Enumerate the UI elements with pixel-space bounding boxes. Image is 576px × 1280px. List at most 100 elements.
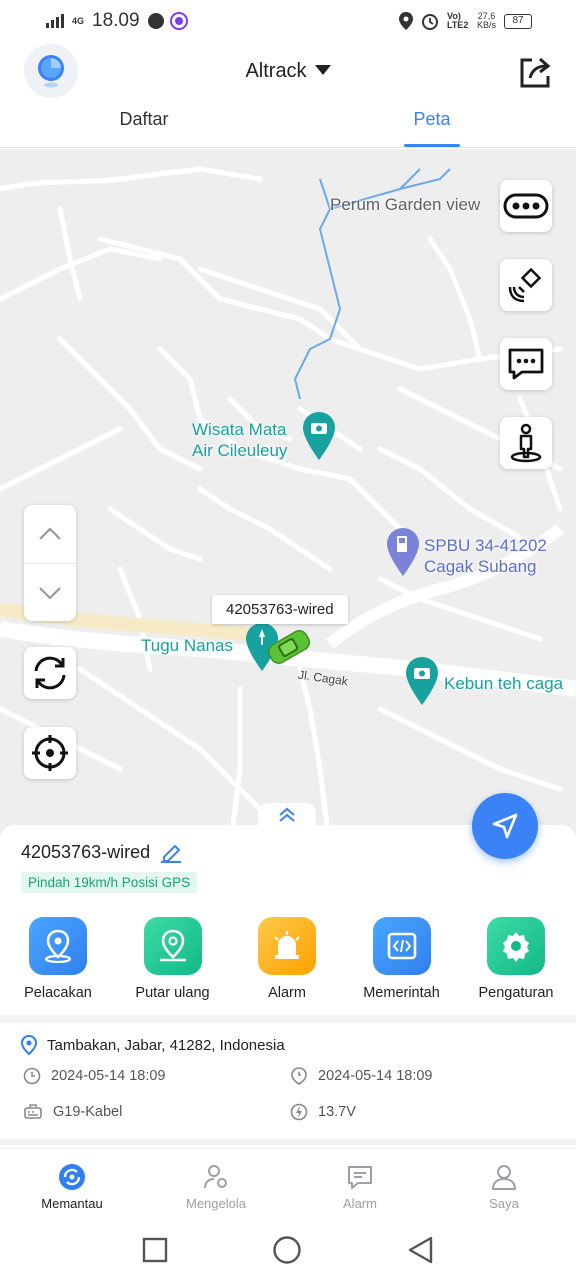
action-tracking-label: Pelacakan bbox=[24, 985, 92, 1001]
vehicle-label[interactable]: 42053763-wired bbox=[212, 595, 348, 624]
location-time-row: 2024-05-14 18:09 bbox=[290, 1067, 433, 1085]
device-sheet: 42053763-wired Pindah 19km/h Posisi GPS … bbox=[0, 793, 576, 1145]
device-voltage: 13.7V bbox=[318, 1104, 356, 1120]
vehicle-car-icon[interactable] bbox=[262, 625, 316, 669]
action-command-label: Memerintah bbox=[363, 985, 440, 1001]
gps-time: 2024-05-14 18:09 bbox=[51, 1068, 166, 1084]
alarm-message-icon bbox=[348, 1166, 372, 1189]
locate-button[interactable] bbox=[24, 727, 76, 779]
monitor-icon bbox=[59, 1164, 85, 1190]
location-clock-icon bbox=[291, 1067, 307, 1085]
navigate-button[interactable] bbox=[472, 793, 538, 859]
device-name: 42053763-wired bbox=[21, 842, 151, 862]
network-speed: 27,6 KB/s bbox=[477, 12, 496, 30]
status-right: Vo) LTE2 27,6 KB/s 87 bbox=[398, 11, 532, 30]
expand-sheet-button[interactable] bbox=[258, 803, 316, 827]
status-left: 4G 18.09 bbox=[46, 10, 186, 32]
nav-monitor-label: Memantau bbox=[41, 1196, 103, 1211]
refresh-icon bbox=[34, 656, 66, 690]
zoom-down-button[interactable] bbox=[24, 563, 76, 621]
replay-icon bbox=[143, 917, 202, 975]
network-speed-unit: KB/s bbox=[476, 20, 496, 30]
app-header: Altrack bbox=[0, 42, 576, 104]
volte-label: Vo) LTE2 bbox=[446, 11, 469, 30]
user-icon bbox=[492, 1165, 516, 1190]
gps-time-row: 2024-05-14 18:09 bbox=[23, 1067, 166, 1085]
crosshair-icon bbox=[32, 735, 68, 771]
device-address[interactable]: Tambakan, Jabar, 41282, Indonesia bbox=[47, 1037, 285, 1054]
account-selector[interactable]: Altrack bbox=[0, 60, 576, 83]
view-tabs: Daftar Peta bbox=[0, 104, 576, 148]
siren-icon bbox=[258, 917, 316, 975]
device-model: G19-Kabel bbox=[53, 1104, 123, 1120]
status-badge: Pindah 19km/h Posisi GPS bbox=[21, 872, 198, 893]
page-title: Altrack bbox=[245, 60, 307, 82]
home-icon[interactable] bbox=[272, 1235, 302, 1265]
action-alarm[interactable]: Alarm bbox=[239, 917, 335, 1001]
place-label-perum: Perum Garden view bbox=[330, 195, 481, 214]
nav-manage-label: Mengelola bbox=[186, 1196, 246, 1211]
refresh-button[interactable] bbox=[24, 647, 76, 699]
tab-map[interactable]: Peta bbox=[288, 104, 576, 147]
action-row: Pelacakan Putar ulang Alarm Memerintah P… bbox=[0, 917, 576, 1001]
clock-icon bbox=[23, 1067, 41, 1085]
command-icon bbox=[372, 917, 431, 975]
section-divider bbox=[0, 1015, 576, 1023]
location-pin-icon bbox=[21, 1035, 37, 1055]
model-row: G19-Kabel bbox=[23, 1103, 122, 1121]
nav-manage[interactable]: Mengelola bbox=[144, 1149, 288, 1220]
action-replay-label: Putar ulang bbox=[135, 985, 210, 1001]
tab-list[interactable]: Daftar bbox=[0, 104, 288, 147]
alarm-clock-icon bbox=[421, 14, 438, 30]
more-icon bbox=[503, 193, 549, 219]
navigation-arrow-icon bbox=[492, 813, 518, 839]
action-tracking[interactable]: Pelacakan bbox=[10, 917, 106, 1001]
back-icon[interactable] bbox=[406, 1235, 434, 1265]
voltage-row: 13.7V bbox=[290, 1103, 356, 1121]
place-label-tugu: Tugu Nanas bbox=[141, 636, 233, 655]
nav-profile[interactable]: Saya bbox=[432, 1149, 576, 1220]
recent-apps-icon[interactable] bbox=[142, 1237, 168, 1263]
voltage-icon bbox=[290, 1103, 308, 1121]
location-status-icon bbox=[398, 12, 413, 30]
action-replay[interactable]: Putar ulang bbox=[125, 917, 221, 1001]
double-chevron-up-icon bbox=[279, 807, 295, 822]
satellite-icon bbox=[508, 267, 542, 303]
attraction-pin-icon[interactable] bbox=[303, 412, 335, 460]
share-icon[interactable] bbox=[516, 54, 552, 90]
attraction-pin-icon-2[interactable] bbox=[406, 657, 438, 705]
satellite-button[interactable] bbox=[500, 259, 552, 311]
system-nav-bar bbox=[0, 1220, 576, 1280]
nav-monitor[interactable]: Memantau bbox=[0, 1149, 144, 1220]
place-label-wisata-line2: Air Cileuleuy bbox=[192, 441, 288, 460]
action-command[interactable]: Memerintah bbox=[354, 917, 450, 1001]
chevron-up-icon bbox=[39, 527, 61, 540]
location-time: 2024-05-14 18:09 bbox=[318, 1068, 433, 1084]
place-label-spbu: SPBU 34-41202 Cagak Subang bbox=[424, 535, 547, 577]
tracking-icon bbox=[29, 917, 87, 975]
message-button[interactable] bbox=[500, 338, 552, 390]
address-row: Tambakan, Jabar, 41282, Indonesia bbox=[21, 1035, 285, 1055]
signal-icon bbox=[46, 14, 64, 28]
message-icon bbox=[508, 348, 544, 380]
more-button[interactable] bbox=[500, 180, 552, 232]
zoom-up-button[interactable] bbox=[24, 505, 76, 563]
street-view-button[interactable] bbox=[500, 417, 552, 469]
place-label-spbu-line2: Cagak Subang bbox=[424, 557, 537, 576]
place-label-wisata: Wisata Mata Air Cileuleuy bbox=[192, 419, 287, 461]
map-view[interactable]: Perum Garden view Wisata Mata Air Cileul… bbox=[0, 149, 576, 849]
gas-station-pin-icon[interactable] bbox=[387, 528, 419, 576]
zoom-control bbox=[24, 505, 76, 621]
section-divider-2 bbox=[0, 1139, 576, 1145]
edit-icon[interactable] bbox=[160, 843, 182, 863]
place-label-kebun: Kebun teh caga bbox=[444, 674, 564, 693]
action-settings-label: Pengaturan bbox=[478, 985, 554, 1001]
app-notification-icon bbox=[171, 14, 186, 28]
manage-user-icon bbox=[204, 1165, 227, 1189]
bottom-nav: Memantau Mengelola Alarm Saya bbox=[0, 1148, 576, 1220]
action-settings[interactable]: Pengaturan bbox=[468, 917, 564, 1001]
nav-alarm[interactable]: Alarm bbox=[288, 1149, 432, 1220]
place-label-spbu-line1: SPBU 34-41202 bbox=[424, 536, 547, 555]
device-name-row: 42053763-wired bbox=[21, 842, 182, 863]
notification-icon bbox=[147, 13, 164, 29]
